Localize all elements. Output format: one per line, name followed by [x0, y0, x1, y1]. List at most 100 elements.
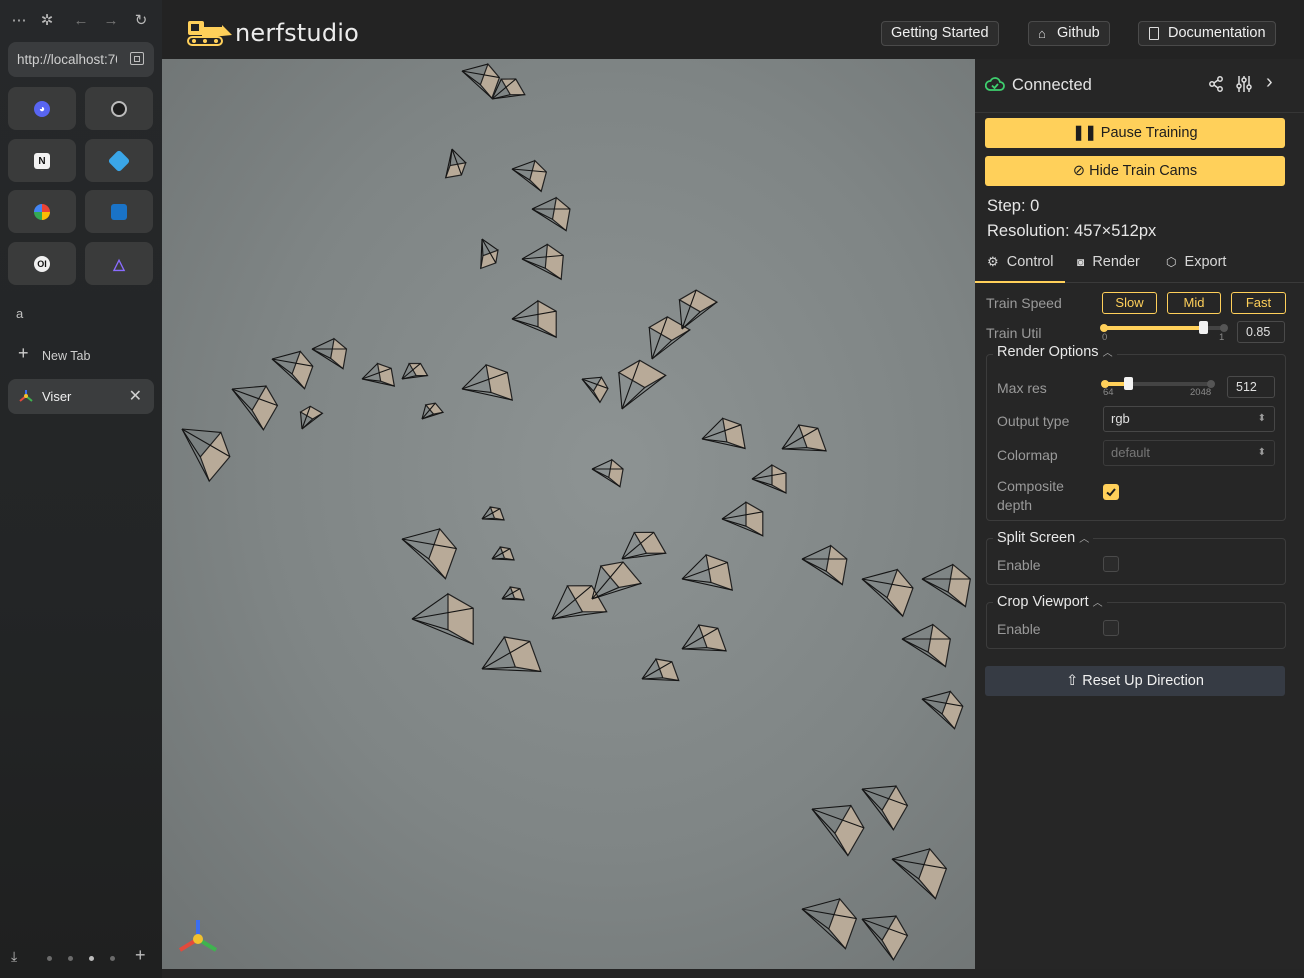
adjustments-icon[interactable]	[1235, 75, 1253, 93]
reload-icon[interactable]: ↻	[131, 11, 151, 31]
photos-icon	[34, 204, 50, 220]
crop-viewport-checkbox[interactable]	[1103, 620, 1119, 636]
cloud-check-icon	[985, 77, 1005, 91]
max-res-min: 64	[1103, 387, 1114, 398]
pause-training-button[interactable]: ❚❚ Pause Training	[985, 118, 1285, 148]
colormap-label: Colormap	[997, 447, 1058, 463]
package-icon: ⬡	[1166, 255, 1177, 269]
connection-row: Connected ›	[975, 59, 1304, 113]
getting-started-button[interactable]: Getting Started	[881, 21, 999, 46]
train-util-slider[interactable]	[1100, 321, 1228, 335]
close-tab-icon[interactable]: ✕	[129, 386, 142, 406]
reset-up-direction-button[interactable]: ⇧ Reset Up Direction	[985, 666, 1285, 696]
space-dot-active[interactable]	[89, 956, 94, 961]
camera-frustum	[801, 897, 858, 950]
github-button[interactable]: ⌂ Github	[1028, 21, 1110, 46]
chevron-right-icon[interactable]: ›	[1266, 71, 1273, 94]
reset-up-direction-label: Reset Up Direction	[1082, 673, 1204, 689]
space-label: a	[16, 306, 24, 321]
ollama-icon: OI	[34, 256, 50, 272]
max-res-input[interactable]: 512	[1227, 376, 1275, 398]
camera-frustum	[551, 585, 608, 620]
camera-frustum	[921, 563, 971, 608]
pinned-app-discord[interactable]: ◕	[8, 87, 76, 130]
camera-frustum	[481, 506, 505, 521]
files-icon	[111, 204, 127, 220]
tab-render[interactable]: ◙ Render	[1077, 254, 1140, 270]
space-dot[interactable]	[47, 956, 52, 961]
axes-gizmo-icon	[178, 920, 218, 952]
composite-depth-checkbox[interactable]	[1103, 484, 1119, 500]
new-tab-button[interactable]: + New Tab	[14, 343, 154, 368]
colormap-select[interactable]: default ⬍	[1103, 440, 1275, 466]
github-icon: ⌂	[1038, 26, 1046, 41]
crop-viewport-enable-label: Enable	[997, 621, 1041, 637]
output-type-select[interactable]: rgb ⬍	[1103, 406, 1275, 432]
downloads-icon[interactable]: ⤓	[11, 948, 17, 965]
max-res-label: Max res	[997, 380, 1047, 396]
tab-render-label: Render	[1092, 254, 1140, 270]
space-dot[interactable]	[68, 956, 73, 961]
split-screen-title-text: Split Screen	[997, 530, 1076, 546]
pinned-app-github[interactable]	[85, 87, 153, 130]
train-util-input[interactable]: 0.85	[1237, 321, 1285, 343]
tab-viser[interactable]: Viser ✕	[8, 379, 154, 414]
url-bar[interactable]: http://localhost:7007	[8, 42, 154, 77]
split-screen-title[interactable]: Split Screen ︿	[993, 530, 1094, 546]
panel-tabs: ⚙ Control ◙ Render ⬡ Export	[975, 249, 1304, 283]
forward-icon[interactable]: →	[101, 11, 121, 31]
pinned-app-ollama[interactable]: OI	[8, 242, 76, 285]
sidebar-bottom-bar: ⤓ +	[0, 938, 162, 978]
speed-fast-button[interactable]: Fast	[1231, 292, 1286, 314]
camera-frustum	[481, 636, 542, 673]
tab-export[interactable]: ⬡ Export	[1166, 254, 1226, 270]
camera-frustum	[641, 658, 680, 682]
space-dot[interactable]	[110, 956, 115, 961]
camera-frustum	[480, 238, 499, 270]
render-options-title-text: Render Options	[997, 344, 1099, 360]
header: nerfstudio Getting Started ⌂ Github Docu…	[162, 0, 1304, 59]
extensions-icon[interactable]: ✲	[37, 11, 57, 31]
speed-fast-label: Fast	[1245, 295, 1272, 310]
speed-mid-label: Mid	[1183, 295, 1205, 310]
train-util-max: 1	[1219, 332, 1225, 343]
documentation-button[interactable]: Documentation	[1138, 21, 1276, 46]
more-icon[interactable]: ⋯	[9, 11, 29, 31]
split-screen-checkbox[interactable]	[1103, 556, 1119, 572]
tab-control[interactable]: ⚙ Control	[987, 254, 1053, 270]
camera-frustums-scene[interactable]	[162, 59, 975, 969]
slider-handle[interactable]	[1199, 321, 1208, 334]
site-info-icon[interactable]	[130, 52, 144, 65]
split-screen-group: Split Screen ︿ Enable	[986, 530, 1286, 585]
speed-slow-button[interactable]: Slow	[1102, 292, 1157, 314]
back-icon[interactable]: ←	[71, 11, 91, 31]
camera-frustum	[521, 243, 564, 281]
pinned-app-download[interactable]	[85, 139, 153, 182]
app-icon	[107, 149, 131, 173]
share-icon[interactable]	[1208, 76, 1224, 92]
slider-min-dot	[1100, 324, 1108, 332]
camera-frustum	[891, 847, 948, 900]
arrow-up-icon: ⇧	[1066, 673, 1083, 689]
add-space-icon[interactable]: +	[135, 945, 146, 966]
hide-train-cams-button[interactable]: ⊘ Hide Train Cams	[985, 156, 1285, 186]
render-options-title[interactable]: Render Options ︿	[993, 344, 1117, 360]
pinned-app-photos[interactable]	[8, 190, 76, 233]
tab-control-label: Control	[1006, 254, 1054, 270]
browser-sidebar: ⋯ ✲ ← → ↻ http://localhost:7007 ◕ N OI △…	[0, 0, 162, 978]
pinned-app-files[interactable]	[85, 190, 153, 233]
chevron-up-icon: ︿	[1092, 598, 1103, 609]
camera-frustum	[901, 623, 951, 668]
brand-name: nerfstudio	[235, 19, 360, 47]
pinned-app-drive[interactable]: △	[85, 242, 153, 285]
slider-handle[interactable]	[1124, 377, 1133, 390]
nerfstudio-logo-icon	[187, 21, 232, 46]
pinned-app-notion[interactable]: N	[8, 139, 76, 182]
discord-icon: ◕	[34, 101, 50, 117]
crop-viewport-title[interactable]: Crop Viewport ︿	[993, 594, 1107, 610]
composite-depth-label: Composite depth	[997, 478, 1064, 513]
camera-frustum	[861, 568, 914, 618]
scene-viewport[interactable]	[162, 59, 975, 969]
camera-frustum	[271, 350, 314, 390]
speed-mid-button[interactable]: Mid	[1167, 292, 1221, 314]
